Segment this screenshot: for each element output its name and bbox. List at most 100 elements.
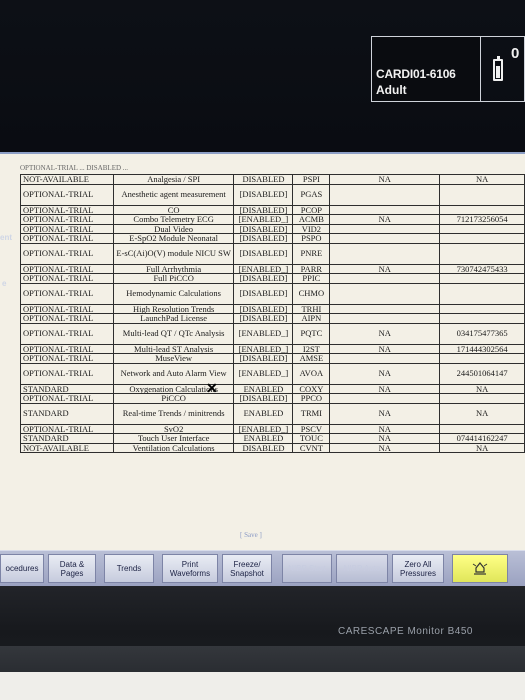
table-cell: OPTIONAL-TRIAL	[20, 423, 114, 434]
table-cell: [DISABLED]	[233, 282, 294, 305]
procedures-key[interactable]: ocedures	[0, 554, 44, 583]
table-cell: OPTIONAL-TRIAL	[20, 233, 114, 244]
table-cell: [DISABLED]	[233, 303, 294, 314]
table-cell	[439, 393, 525, 404]
table-cell: [ENABLED_]	[233, 322, 294, 345]
table-row: NOT-AVAILABLE Analgesia / SPI DISABLED PSPI…	[20, 174, 525, 185]
table-cell: NA	[439, 442, 525, 453]
table-cell: OPTIONAL-TRIAL	[20, 263, 114, 274]
table-cell: NA	[329, 214, 441, 225]
table-cell: NA	[329, 442, 441, 453]
license-table-window: OPTIONAL-TRIAL ... DISABLED ... NOT-AVAI…	[0, 152, 525, 552]
alarm-silence-key[interactable]	[452, 554, 508, 583]
zero-all-pressures-key[interactable]: Zero All Pressures	[392, 554, 444, 583]
table-cell: [DISABLED]	[233, 313, 294, 324]
trends-key[interactable]: Trends	[104, 554, 154, 583]
table-cell	[329, 242, 441, 265]
data-pages-key[interactable]: Data & Pages	[48, 554, 96, 583]
table-cell: TRMI	[292, 402, 331, 425]
table-cell: NA	[329, 263, 441, 274]
table-cell: PQTC	[292, 322, 331, 345]
table-cell: TOUC	[292, 433, 331, 444]
table-cell: OPTIONAL-TRIAL	[20, 204, 114, 215]
table-cell: NA	[329, 423, 441, 434]
table-cell	[329, 273, 441, 284]
table-cell: [DISABLED]	[233, 223, 294, 234]
table-row: STANDARD Real-time Trends / minitrends ENA…	[20, 402, 525, 425]
table-row: OPTIONAL-TRIAL Combo Telemetry ECG [ENABLE…	[20, 214, 525, 225]
nibp-start-key[interactable]: NIBP Start	[282, 554, 332, 583]
table-cell: MuseView	[112, 353, 235, 364]
license-table: NOT-AVAILABLE Analgesia / SPI DISABLED PSPI…	[20, 174, 525, 453]
table-cell: Anesthetic agent measurement	[112, 183, 235, 206]
table-cell: [ENABLED_]	[233, 343, 294, 354]
table-cell	[329, 303, 441, 314]
screen-top-area: CARDI01-6106 Adult 0	[0, 0, 525, 152]
table-row: OPTIONAL-TRIAL Full PiCCO [DISABLED] PPIC	[20, 273, 525, 284]
edge-label-2: e	[2, 279, 7, 288]
table-cell: NA	[329, 174, 441, 185]
table-cell: STANDARD	[20, 433, 114, 444]
table-cell: OPTIONAL-TRIAL	[20, 223, 114, 234]
table-row: STANDARD Touch User Interface ENABLED TOUC N…	[20, 433, 525, 444]
bezel-strip	[0, 646, 525, 672]
table-row: OPTIONAL-TRIAL Anesthetic agent measureme…	[20, 183, 525, 206]
table-header-partial: OPTIONAL-TRIAL ... DISABLED ...	[20, 164, 129, 172]
table-cell: [DISABLED]	[233, 242, 294, 265]
table-row: OPTIONAL-TRIAL LaunchPad License [DISABLED…	[20, 313, 525, 324]
soft-key-menu-bar: ocedures Data & Pages Trends Print Wavef…	[0, 550, 525, 587]
table-cell: NOT-AVAILABLE	[20, 174, 114, 185]
table-cell: OPTIONAL-TRIAL	[20, 362, 114, 385]
table-cell: Hemodynamic Calculations	[112, 282, 235, 305]
count-indicator: 0	[511, 45, 520, 62]
table-cell: 074414162247	[439, 433, 525, 444]
table-row: OPTIONAL-TRIAL High Resolution Trends [DIS…	[20, 303, 525, 314]
table-cell	[439, 233, 525, 244]
table-cell	[329, 223, 441, 234]
table-cell: OPTIONAL-TRIAL	[20, 303, 114, 314]
table-cell: COXY	[292, 383, 331, 394]
table-cell: NA	[329, 433, 441, 444]
freeze-snapshot-key[interactable]: Freeze/ Snapshot	[222, 554, 272, 583]
table-cell: I2ST	[292, 343, 331, 354]
table-cell: OPTIONAL-TRIAL	[20, 353, 114, 364]
table-cell	[329, 313, 441, 324]
table-cell	[439, 313, 525, 324]
table-cell: 171444302564	[439, 343, 525, 354]
patient-id: CARDI01-6106	[376, 67, 456, 81]
patient-info-box[interactable]: CARDI01-6106 Adult	[371, 36, 481, 102]
table-cell: CVNT	[292, 442, 331, 453]
table-cell: DISABLED	[233, 442, 294, 453]
table-cell: ACMB	[292, 214, 331, 225]
table-cell: OPTIONAL-TRIAL	[20, 214, 114, 225]
table-row: OPTIONAL-TRIAL Dual Video [DISABLED] VID2	[20, 223, 525, 234]
table-cell: NA	[439, 383, 525, 394]
table-cell: OPTIONAL-TRIAL	[20, 183, 114, 206]
save-button[interactable]: [ Save ]	[240, 531, 262, 539]
table-cell: Dual Video	[112, 223, 235, 234]
edge-label-1: ent	[0, 233, 12, 242]
cursor-cross-mark: ✕	[206, 380, 218, 396]
table-cell: ENABLED	[233, 402, 294, 425]
table-cell	[329, 204, 441, 215]
table-cell: OPTIONAL-TRIAL	[20, 393, 114, 404]
table-cell: High Resolution Trends	[112, 303, 235, 314]
table-cell: Multi-lead ST Analysis	[112, 343, 235, 354]
table-cell: PSPO	[292, 233, 331, 244]
table-cell: NA	[439, 174, 525, 185]
table-row: OPTIONAL-TRIAL Full Arrhythmia [ENABLED_] P…	[20, 263, 525, 274]
table-cell	[439, 303, 525, 314]
table-cell: ENABLED	[233, 383, 294, 394]
table-cell: TRHI	[292, 303, 331, 314]
table-cell: NA	[329, 383, 441, 394]
table-cell: 712173256054	[439, 214, 525, 225]
table-row: NOT-AVAILABLE Ventilation Calculations DIS…	[20, 442, 525, 453]
table-cell: 034175477365	[439, 322, 525, 345]
table-cell: PNRE	[292, 242, 331, 265]
table-cell: E-sC(Ai)O(V) module NICU SW	[112, 242, 235, 265]
print-waveforms-key[interactable]: Print Waveforms	[162, 554, 218, 583]
table-cell: Multi-lead QT / QTc Analysis	[112, 322, 235, 345]
table-cell: OPTIONAL-TRIAL	[20, 313, 114, 324]
table-cell: Combo Telemetry ECG	[112, 214, 235, 225]
nibp-auto-key[interactable]: NIBP Auto	[336, 554, 388, 583]
